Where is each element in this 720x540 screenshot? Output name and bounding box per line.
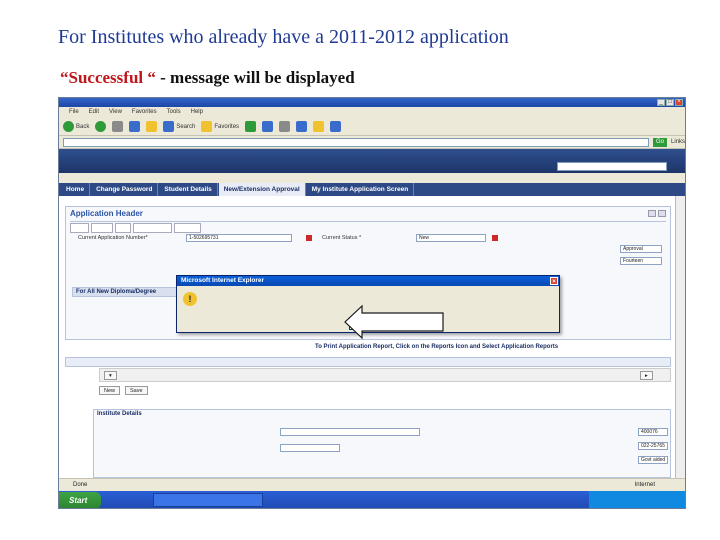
dialog-titlebar: Microsoft Internet Explorer × xyxy=(177,276,559,286)
menu-edit[interactable]: Edit xyxy=(89,107,99,118)
tab-home[interactable]: Home xyxy=(61,183,91,196)
mail-icon[interactable] xyxy=(262,121,274,132)
subtab-3[interactable] xyxy=(115,223,132,233)
print-report-note: To Print Application Report, Click on th… xyxy=(315,344,559,350)
browser-status-bar: Done Internet xyxy=(59,478,685,491)
window-controls: _ □ × xyxy=(657,99,683,106)
star-icon xyxy=(201,121,213,132)
new-button[interactable]: New xyxy=(99,386,121,395)
home-icon[interactable] xyxy=(146,121,158,132)
tab-student-details[interactable]: Student Details xyxy=(159,183,218,196)
institute-address-field[interactable] xyxy=(280,444,340,452)
stop-icon[interactable] xyxy=(112,121,124,132)
successful-highlight: “Successful “ xyxy=(60,68,156,87)
edit-icon[interactable] xyxy=(296,121,308,132)
phone-field[interactable]: 022-25765 xyxy=(638,442,668,450)
menu-favorites[interactable]: Favorites xyxy=(132,107,157,118)
taskbar-window-item[interactable] xyxy=(153,493,263,507)
tab-my-institute-application-screen[interactable]: My Institute Application Screen xyxy=(307,183,415,196)
menu-view[interactable]: View xyxy=(109,107,122,118)
institute-toolbar: ▾ ▸ xyxy=(99,368,671,382)
close-icon[interactable]: × xyxy=(675,99,683,106)
subtab-2[interactable] xyxy=(91,223,114,233)
address-bar: Go Links xyxy=(59,136,685,149)
browser-screenshot: _ □ × File Edit View Favorites Tools Hel… xyxy=(58,97,686,509)
institution-type-select[interactable]: Govt aided xyxy=(638,456,668,464)
current-status-label: Current Status * xyxy=(322,235,362,241)
tab-change-password[interactable]: Change Password xyxy=(91,183,159,196)
institute-details-panel: Institute Details 400076 022-25765 Govt … xyxy=(93,409,671,478)
save-button[interactable]: Save xyxy=(125,386,148,395)
fourteen-field[interactable]: Fourteen xyxy=(620,257,662,265)
subtab-4[interactable] xyxy=(133,223,172,233)
menu-bar: File Edit View Favorites Tools Help xyxy=(59,107,685,118)
app-content: Application Header Current Application N… xyxy=(59,196,677,478)
search-button[interactable]: Search xyxy=(163,121,195,132)
url-input[interactable] xyxy=(63,137,649,147)
print-icon[interactable] xyxy=(279,121,291,132)
subtab-5[interactable] xyxy=(173,223,202,233)
back-arrow-icon xyxy=(63,121,74,132)
current-app-number-label: Current Application Number* xyxy=(78,235,148,241)
nav-next-icon[interactable] xyxy=(658,210,666,217)
current-status-field[interactable]: New xyxy=(416,234,486,242)
maximize-icon[interactable]: □ xyxy=(666,99,674,106)
messenger-icon[interactable] xyxy=(330,121,342,132)
status-done: Done xyxy=(73,482,88,488)
institute-details-tabs xyxy=(65,357,671,367)
system-tray xyxy=(589,491,685,508)
caption-rest: - message will be displayed xyxy=(155,68,355,87)
links-label[interactable]: Links xyxy=(671,139,685,145)
warning-icon: ! xyxy=(183,292,197,306)
links-toolbar xyxy=(59,149,685,173)
dialog-title: Microsoft Internet Explorer xyxy=(181,277,265,284)
favorites-bar xyxy=(59,173,685,183)
history-icon[interactable] xyxy=(245,121,257,132)
go-button[interactable]: Go xyxy=(652,137,667,147)
institute-name-field[interactable] xyxy=(280,428,420,436)
current-app-number-field[interactable]: 1-502695731 xyxy=(186,234,292,242)
header-subtabs xyxy=(70,223,202,233)
search-icon xyxy=(163,121,175,132)
close-icon[interactable]: × xyxy=(550,277,558,285)
pincode-field[interactable]: 400076 xyxy=(638,428,668,436)
back-button[interactable]: Back xyxy=(63,121,89,132)
start-button[interactable]: Start xyxy=(59,492,101,508)
nav-prev-icon[interactable] xyxy=(648,210,656,217)
application-header-title: Application Header xyxy=(70,209,143,218)
slide-title: For Institutes who already have a 2011-2… xyxy=(58,26,509,48)
forward-arrow-icon[interactable] xyxy=(95,121,107,132)
tab-new-extension-approval[interactable]: New/Extension Approval xyxy=(218,183,306,196)
refresh-icon[interactable] xyxy=(129,121,141,132)
approval-type-select[interactable]: Approval xyxy=(620,245,662,253)
minimize-icon[interactable]: _ xyxy=(657,99,665,106)
menu-file[interactable]: File xyxy=(69,107,79,118)
app-nav-tabs: Home Change Password Student Details New… xyxy=(59,183,685,196)
menu-button[interactable]: ▾ xyxy=(104,371,117,380)
required-icon xyxy=(306,235,312,241)
ok-button[interactable]: OK xyxy=(349,320,385,330)
window-titlebar: _ □ × xyxy=(59,98,685,107)
success-dialog: Microsoft Internet Explorer × ! OK xyxy=(176,275,560,333)
toolbar-search-input[interactable] xyxy=(557,162,667,171)
subtab-1[interactable] xyxy=(70,223,90,233)
header-divider xyxy=(70,221,666,222)
favorites-button[interactable]: Favorites xyxy=(201,121,239,132)
menu-help[interactable]: Help xyxy=(191,107,203,118)
windows-taskbar: Start xyxy=(59,491,685,508)
header-controls xyxy=(648,210,666,217)
pager-button[interactable]: ▸ xyxy=(640,371,653,380)
slide-caption: “Successful “ - message will be displaye… xyxy=(60,68,355,88)
browser-toolbar: Back Search Favorites xyxy=(59,118,685,136)
vertical-scrollbar[interactable] xyxy=(675,196,685,478)
folder-icon[interactable] xyxy=(313,121,325,132)
institute-details-title: Institute Details xyxy=(97,411,142,417)
menu-tools[interactable]: Tools xyxy=(167,107,181,118)
required-icon xyxy=(492,235,498,241)
